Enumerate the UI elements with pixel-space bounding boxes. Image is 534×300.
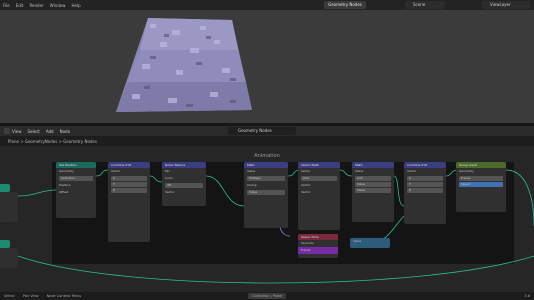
socket-field[interactable]: Value [355,188,391,193]
socket-label: Geometry [59,169,74,173]
socket-field[interactable]: Z [407,188,443,193]
operation-select[interactable]: Multiply [247,176,285,181]
socket-field[interactable]: X [407,176,443,181]
menu-window[interactable]: Window [50,3,66,8]
editor-type-icon[interactable] [4,128,10,134]
node-combine-xyz[interactable]: Combine XYZ Vector X Y Z [108,162,150,242]
menu-help[interactable]: Help [71,3,80,8]
3d-viewport[interactable] [0,10,534,123]
node-scene-time[interactable]: Scene Time Seconds Frame [298,234,338,258]
socket-label: Vector [407,169,417,173]
socket-field[interactable]: Y [111,182,147,187]
socket-field[interactable]: Frame [459,176,503,181]
socket-label: Vector [165,190,175,194]
operation-select[interactable]: Add [355,176,391,181]
socket-label: Fac [165,169,170,173]
status-bar: Select Pan View Node Context Menu Collec… [0,292,534,300]
socket-label: Position [59,183,71,187]
node-editor-canvas[interactable]: Set Position Geometry Selection Position… [0,146,534,292]
frame-label: Animation [254,153,280,159]
socket-field[interactable]: Y [407,182,443,187]
version-label: 3.6 [524,294,530,298]
operation-select[interactable]: Add [301,176,337,181]
socket-field[interactable]: Value [355,182,391,187]
node-value[interactable]: Value [350,238,390,248]
socket-label: Geometry [459,169,474,173]
socket-label: Value [247,169,256,173]
socket-label: Frame [298,247,338,254]
status-node-context-menu: Node Context Menu [46,294,82,298]
status-pan-view: Pan View [22,294,39,298]
socket-label: Vector [301,169,311,173]
socket-label: Vector [301,190,311,194]
node-tree-selector[interactable]: Geometry Nodes [228,127,296,135]
socket-field[interactable]: Z [111,188,147,193]
socket-label: Value [353,239,362,243]
menu-view[interactable]: View [12,129,22,134]
voxel-plane-render [116,18,252,112]
clamp-checkbox[interactable]: Clamp [244,182,288,189]
breadcrumb: Plane > GeometryNodes > Geometry Nodes [8,138,97,144]
status-badge: Collection | Plane [248,293,287,299]
menu-select[interactable]: Select [28,129,40,134]
menu-edit[interactable]: Edit [16,3,24,8]
socket-field-active[interactable]: Speed [459,182,503,187]
node-combine-xyz-2[interactable]: Combine XYZ Vector X Y Z [404,162,446,224]
node-set-position[interactable]: Set Position Geometry Selection Position… [56,162,96,218]
socket-label: Offset [59,190,69,194]
socket-label: Vector [301,183,311,187]
menu-add[interactable]: Add [46,129,54,134]
socket-field[interactable]: Selection [59,176,93,181]
socket-label: Seconds [301,241,314,245]
socket-field[interactable]: X [111,176,147,181]
top-menu-bar: File Edit Render Window Help Geometry No… [0,0,534,10]
node-editor-header: View Select Add Node Geometry Nodes [0,126,534,136]
menu-file[interactable]: File [3,3,10,8]
node-group-input[interactable]: Group Input Geometry Frame Speed [456,162,506,212]
tab-geometry-nodes[interactable]: Geometry Nodes [324,1,366,9]
view-layer-selector[interactable]: ViewLayer [482,1,530,9]
scene-selector[interactable]: Scene [405,1,445,9]
status-select: Select [4,294,15,298]
socket-label: Vector [111,169,121,173]
node-noise-texture[interactable]: Noise Texture Fac Color 3D Vector [162,162,206,206]
menu-node[interactable]: Node [60,129,70,134]
socket-field[interactable]: Value [247,190,285,195]
menu-render[interactable]: Render [29,3,43,8]
node-math[interactable]: Math Value Multiply Clamp Value [244,162,288,228]
node-vector-math[interactable]: Vector Math Vector Add Vector Vector [298,162,340,230]
node-math-2[interactable]: Math Value Add Value Value [352,162,394,222]
socket-label: Value [355,169,364,173]
socket-label: Color [165,176,173,180]
dimension-select[interactable]: 3D [165,183,203,188]
